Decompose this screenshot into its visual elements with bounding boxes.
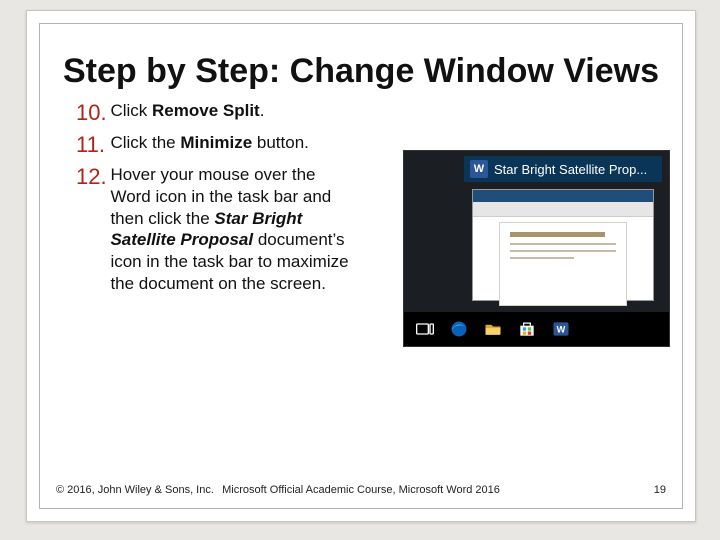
thumbnail-text-line	[510, 250, 616, 252]
word-app-icon: W	[470, 160, 488, 178]
step-text: Click Remove Split.	[110, 100, 350, 122]
slide-title: Step by Step: Change Window Views	[60, 52, 662, 90]
edge-icon	[448, 318, 470, 340]
store-icon	[516, 318, 538, 340]
step-text: Hover your mouse over the Word icon in t…	[110, 164, 350, 295]
thumbnail-text-line	[510, 257, 574, 259]
slide: Step by Step: Change Window Views 10. Cl…	[26, 10, 696, 522]
taskbar-preview-figure: W Star Bright Satellite Prop...	[403, 150, 670, 347]
slide-footer: © 2016, John Wiley & Sons, Inc. Microsof…	[56, 484, 666, 496]
preview-window-title: Star Bright Satellite Prop...	[494, 162, 647, 177]
svg-text:W: W	[557, 324, 566, 334]
footer-center-text: Microsoft Official Academic Course, Micr…	[56, 484, 666, 496]
step-number: 11.	[76, 132, 106, 158]
steps-list: 10. Click Remove Split. 11. Click the Mi…	[76, 100, 366, 295]
preview-window-header: W Star Bright Satellite Prop...	[464, 156, 662, 182]
taskbar-icons: W	[404, 312, 669, 346]
thumbnail-titlebar	[473, 190, 653, 202]
thumbnail-heading-line	[510, 232, 605, 237]
step-text: Click the Minimize button.	[110, 132, 350, 154]
list-item: 12. Hover your mouse over the Word icon …	[76, 164, 366, 295]
thumbnail-ribbon	[473, 202, 653, 217]
word-taskbar-icon: W	[550, 318, 572, 340]
windows-taskbar: W	[404, 312, 669, 346]
thumbnail-page	[499, 222, 627, 306]
step-number: 12.	[76, 164, 106, 190]
list-item: 10. Click Remove Split.	[76, 100, 366, 126]
task-view-icon	[414, 318, 436, 340]
document-thumbnail	[472, 189, 654, 301]
step-number: 10.	[76, 100, 106, 126]
slide-inner-border: Step by Step: Change Window Views 10. Cl…	[39, 23, 683, 509]
file-explorer-icon	[482, 318, 504, 340]
list-item: 11. Click the Minimize button.	[76, 132, 366, 158]
thumbnail-text-line	[510, 243, 616, 245]
content-area: 10. Click Remove Split. 11. Click the Mi…	[76, 100, 658, 430]
